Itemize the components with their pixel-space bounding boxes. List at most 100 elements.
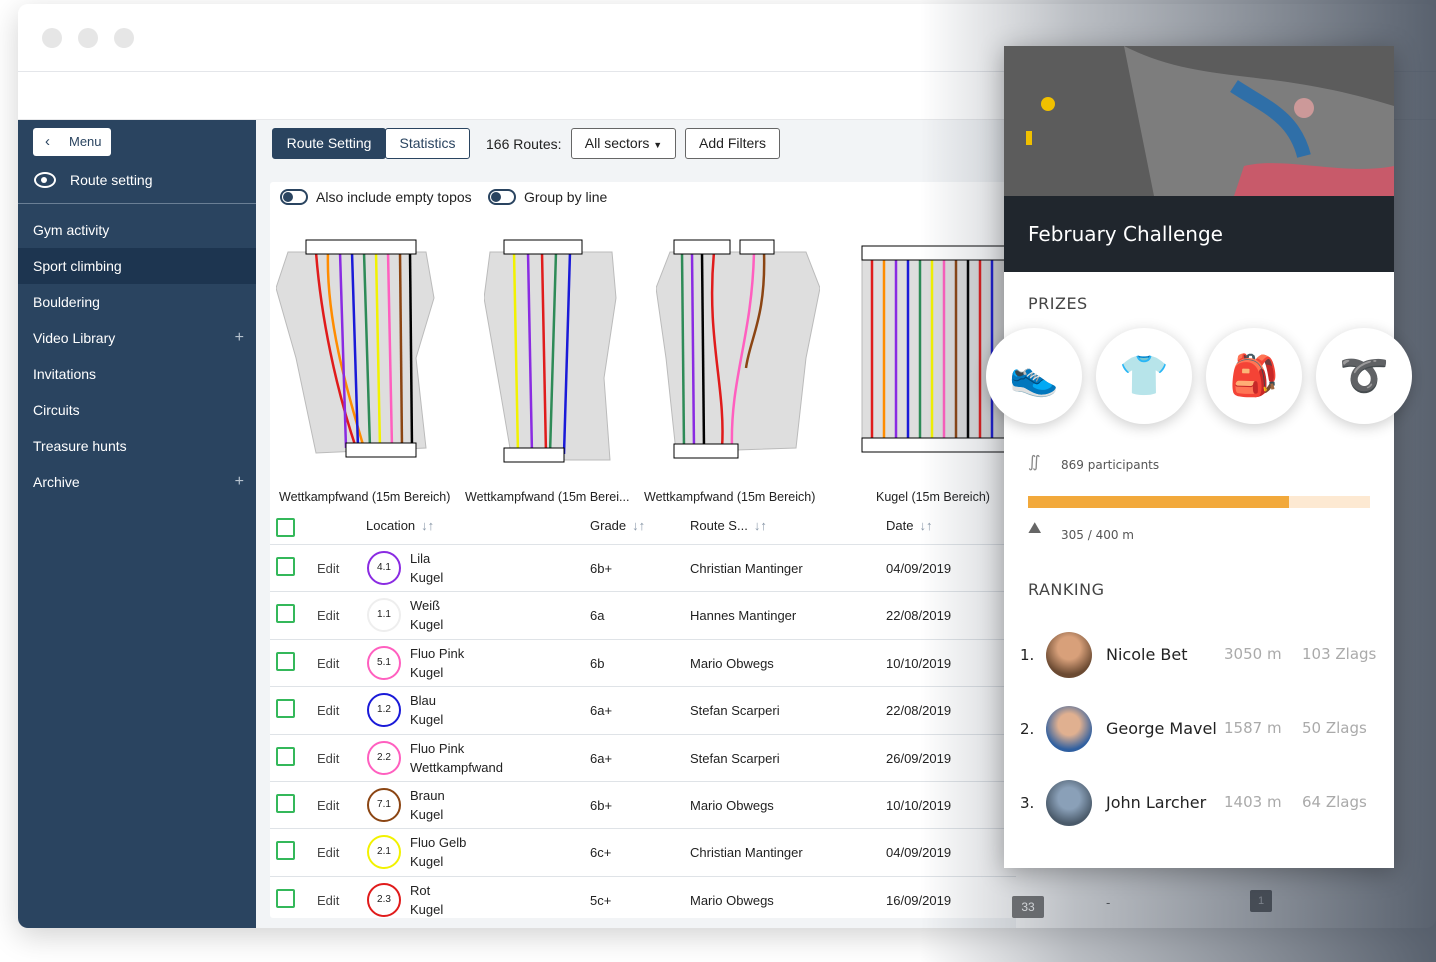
column-setter-label: Route S... [690,518,748,533]
edit-link[interactable]: Edit [317,751,339,766]
route-color-name: Lila [410,551,431,566]
edit-link[interactable]: Edit [317,608,339,623]
rank-meters: 3050 m [1224,645,1282,663]
route-setter: Mario Obwegs [690,892,774,908]
avatar [1046,780,1092,826]
ranking-row[interactable]: 2. George Mavel 1587 m 50 Zlags [1020,706,1380,756]
routes-count: 166 Routes: [486,136,562,152]
sidebar-item-treasure-hunts[interactable]: Treasure hunts [18,428,256,464]
ranking-row[interactable]: 3. John Larcher 1403 m 64 Zlags [1020,780,1380,830]
table-row[interactable]: Edit 1.1 Weiß Kugel 6a Hannes Mantinger 22/08/… [270,591,1016,638]
row-checkbox[interactable] [276,557,295,576]
route-location: Kugel [410,570,444,585]
row-checkbox[interactable] [276,604,295,624]
table-row[interactable]: Edit 2.1 Fluo Gelb Kugel 6c+ Christian Mantin… [270,828,1016,875]
row-checkbox[interactable] [276,888,295,908]
include-empty-label: Also include empty topos [316,189,472,205]
table-row[interactable]: Edit 7.1 Braun Kugel 6b+ Mario Obwegs 10/10/20… [270,781,1016,828]
sidebar-item-label: Archive [33,474,80,490]
table-row[interactable]: Edit 1.2 Blau Kugel 6a+ Stefan Scarperi 22/08/… [270,686,1016,733]
route-number-badge: 7.1 [367,788,401,822]
sidebar-item-archive[interactable]: Archive + [18,464,256,500]
topo-panel: Also include empty topos Group by line W… [270,182,1016,918]
column-location[interactable]: Location ↓↑ [366,518,434,533]
rank-name: Nicole Bet [1106,645,1188,664]
sidebar-item-bouldering[interactable]: Bouldering [18,284,256,320]
route-color-name: Weiß [410,598,441,614]
column-date[interactable]: Date ↓↑ [886,518,932,533]
tab-statistics[interactable]: Statistics [385,128,470,159]
eye-icon [34,172,56,188]
sidebar-item-gym-activity[interactable]: Gym activity [18,212,256,248]
ranking-row[interactable]: 1. Nicole Bet 3050 m 103 Zlags [1020,632,1380,682]
tshirt-prize-icon[interactable]: 👕 [1096,328,1192,424]
rank-meters: 1587 m [1224,719,1282,737]
challenge-card: February Challenge PRIZES 👟 👕 🎒 ➰ ∬ 869 … [986,46,1412,868]
sector-select[interactable]: All sectors ▼ [571,128,676,159]
column-grade[interactable]: Grade ↓↑ [590,518,645,533]
page-badge[interactable]: 1 [1250,890,1272,912]
sidebar-item-label: Circuits [33,402,80,418]
edit-link[interactable]: Edit [317,893,339,908]
sidebar-item-video-library[interactable]: Video Library + [18,320,256,356]
sidebar-item-circuits[interactable]: Circuits [18,392,256,428]
table-row[interactable]: Edit 5.1 Fluo Pink Kugel 6b Mario Obwegs 10/10… [270,638,1016,686]
group-by-line-toggle[interactable] [488,189,516,205]
topo-wall-3[interactable] [656,238,820,468]
row-checkbox[interactable] [276,794,295,813]
sidebar-item-label: Sport climbing [33,258,122,274]
route-date: 04/09/2019 [886,561,952,576]
route-date: 22/08/2019 [886,703,952,719]
route-setter: Christian Mantinger [690,561,803,576]
topo-wall-2[interactable] [484,238,624,468]
climber-photo [1004,46,1394,196]
sidebar-item-label: Bouldering [33,294,100,310]
route-setting-header: Route setting [34,172,153,188]
challenge-title: February Challenge [1004,196,1394,272]
window-minimize-dot[interactable] [78,28,98,48]
edit-link[interactable]: Edit [317,656,339,671]
edit-link[interactable]: Edit [317,845,339,860]
route-location: Kugel [410,617,444,633]
column-location-label: Location [366,518,416,533]
row-checkbox[interactable] [276,699,295,719]
expand-plus-icon[interactable]: + [235,464,244,500]
count-badge: 33 [1012,896,1044,918]
add-filters-button[interactable]: Add Filters [685,128,780,159]
route-location: Wettkampfwand [410,759,503,775]
rope-prize-icon[interactable]: ➰ [1316,328,1412,424]
expand-plus-icon[interactable]: + [235,320,244,356]
window-zoom-dot[interactable] [114,28,134,48]
route-color-name: Braun [410,788,445,803]
sidebar-item-sport-climbing[interactable]: Sport climbing [18,248,256,284]
select-all-checkbox[interactable] [276,518,295,537]
edit-link[interactable]: Edit [317,703,339,718]
chevron-left-icon: ‹ [45,133,50,150]
row-checkbox[interactable] [276,651,295,671]
sidebar-item-label: Invitations [33,366,97,382]
row-checkbox[interactable] [276,746,295,766]
table-row[interactable]: Edit 2.3 Rot Kugel 5c+ Mario Obwegs 16/09/2019 [270,875,1016,923]
sidebar-item-invitations[interactable]: Invitations [18,356,256,392]
route-date: 16/09/2019 [886,892,952,908]
edit-link[interactable]: Edit [317,798,339,813]
row-checkbox[interactable] [276,841,295,861]
menu-button[interactable]: ‹ Menu [33,128,111,156]
tab-route-setting[interactable]: Route Setting [272,128,386,159]
route-grade: 6a [590,608,605,624]
route-date: 26/09/2019 [886,750,952,766]
table-row[interactable]: Edit 2.2 Fluo Pink Wettkampfwand 6a+ Stefan S… [270,733,1016,781]
main-content: Route Setting Statistics 166 Routes: All… [256,120,1044,928]
route-grade: 6b+ [590,798,613,813]
edit-link[interactable]: Edit [317,561,339,576]
backpack-prize-icon[interactable]: 🎒 [1206,328,1302,424]
topo-wall-1[interactable] [276,238,440,468]
progress-bar [1028,496,1370,508]
include-empty-toggle[interactable] [280,189,308,205]
window-close-dot[interactable] [42,28,62,48]
column-setter[interactable]: Route S... ↓↑ [690,518,767,533]
route-location: Kugel [410,901,444,917]
shoe-prize-icon[interactable]: 👟 [986,328,1082,424]
table-row[interactable]: Edit 4.1 Lila Kugel 6b+ Christian Mantinger 04… [270,544,1016,591]
route-grade: 6c+ [590,845,612,861]
